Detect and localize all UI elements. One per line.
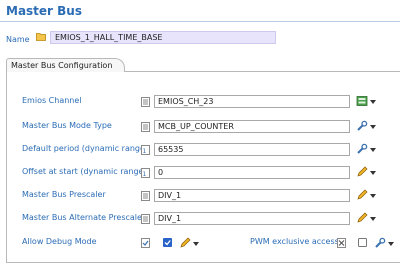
debug-mode-label: Allow Debug Mode: [22, 237, 97, 246]
chevron-down-icon[interactable]: [370, 217, 376, 221]
name-label: Name: [6, 35, 30, 44]
offset-start-field[interactable]: 0: [154, 166, 350, 179]
default-period-label: Default period (dynamic range): [22, 144, 149, 153]
boolean-field-icon: [141, 238, 150, 248]
title-divider: [0, 21, 400, 22]
emios-channel-label: Emios Channel: [22, 96, 82, 105]
chevron-down-icon[interactable]: [370, 125, 376, 129]
pencil-icon[interactable]: [356, 166, 368, 178]
chevron-down-icon[interactable]: [370, 100, 376, 104]
boolean-field-icon: [337, 238, 346, 248]
svg-text:1: 1: [143, 171, 147, 178]
wrench-icon[interactable]: [374, 237, 386, 249]
wrench-icon[interactable]: [356, 143, 368, 155]
svg-text:1: 1: [143, 148, 147, 155]
mode-type-label: Master Bus Mode Type: [22, 121, 112, 130]
pencil-icon[interactable]: [179, 237, 191, 249]
prescaler-field[interactable]: DIV_1: [154, 189, 350, 202]
chevron-down-icon[interactable]: [370, 171, 376, 175]
folder-icon[interactable]: [36, 32, 46, 41]
alt-prescaler-label: Master Bus Alternate Prescaler: [22, 213, 146, 222]
wrench-icon[interactable]: [356, 120, 368, 132]
debug-mode-checkbox[interactable]: [163, 238, 172, 247]
offset-start-label: Offset at start (dynamic range): [22, 167, 147, 176]
default-period-field[interactable]: 65535: [154, 143, 350, 156]
emios-channel-field[interactable]: EMIOS_CH_23: [154, 95, 350, 108]
chevron-down-icon[interactable]: [370, 194, 376, 198]
enum-field-icon: [141, 191, 150, 201]
mode-type-field[interactable]: MCB_UP_COUNTER: [154, 120, 350, 133]
integer-field-icon: 1: [141, 145, 150, 155]
chevron-down-icon[interactable]: [193, 242, 199, 246]
prescaler-label: Master Bus Prescaler: [22, 190, 106, 199]
integer-field-icon: 1: [141, 168, 150, 178]
name-input[interactable]: EMIOS_1_HALL_TIME_BASE: [50, 31, 276, 44]
enum-field-icon: [141, 122, 150, 132]
tab-master-bus-configuration[interactable]: Master Bus Configuration: [6, 58, 126, 72]
alt-prescaler-field[interactable]: DIV_1: [154, 212, 350, 225]
pencil-icon[interactable]: [356, 189, 368, 201]
pwm-exclusive-label: PWM exclusive access: [250, 237, 339, 246]
chevron-down-icon[interactable]: [388, 242, 394, 246]
pwm-exclusive-checkbox[interactable]: [358, 238, 367, 247]
pencil-icon[interactable]: [356, 212, 368, 224]
database-icon[interactable]: [356, 95, 368, 107]
enum-field-icon: [141, 214, 150, 224]
page-title: Master Bus: [6, 4, 82, 18]
chevron-down-icon[interactable]: [370, 148, 376, 152]
enum-field-icon: [141, 97, 150, 107]
